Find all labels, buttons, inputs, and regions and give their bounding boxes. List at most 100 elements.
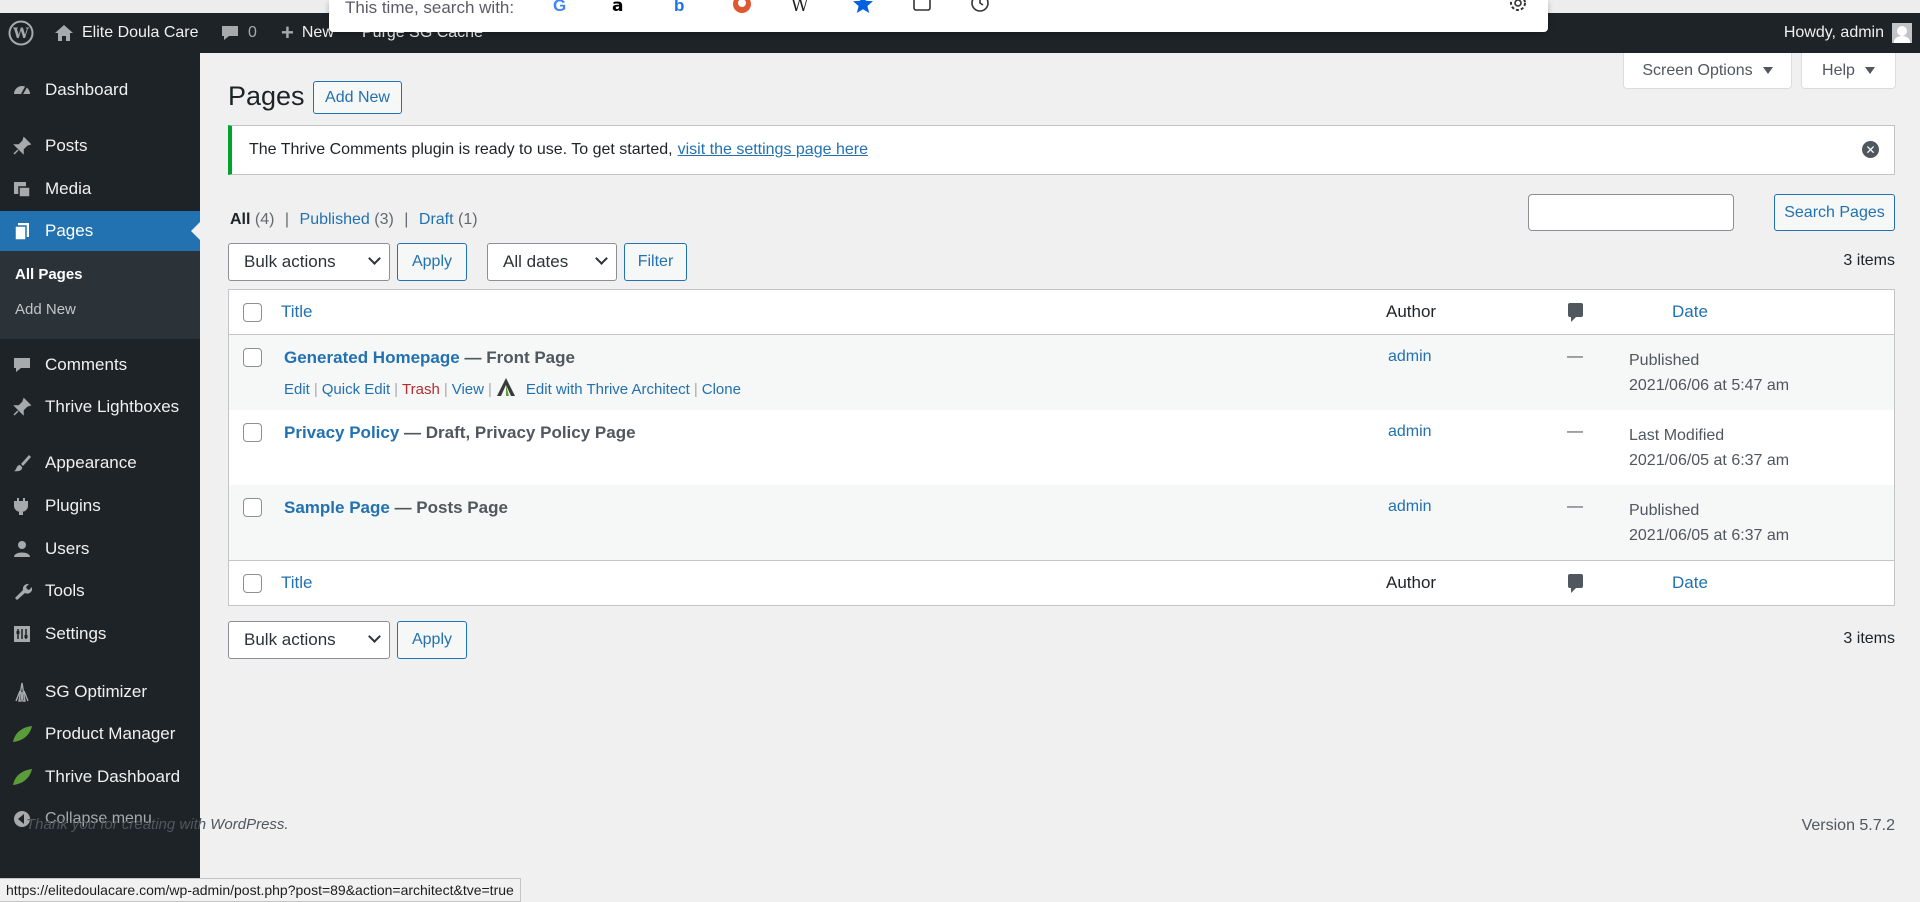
filter-published[interactable]: Published (3) [300,211,394,228]
notice-settings-link[interactable]: visit the settings page here [678,141,868,159]
row-author[interactable]: admin [1388,498,1432,516]
new-content-link[interactable]: + New [281,13,334,53]
bookmarks-star-icon[interactable] [852,0,874,20]
settings-icon [11,623,33,645]
row-author[interactable]: admin [1388,348,1432,366]
wordpress-logo-icon[interactable]: W [8,13,34,53]
view-link[interactable]: View [452,381,484,398]
clone-link[interactable]: Clone [702,381,741,398]
menu-thrive-dashboard[interactable]: Thrive Dashboard [0,757,200,797]
site-name: Elite Doula Care [82,24,199,41]
add-new-button[interactable]: Add New [313,81,402,114]
menu-posts[interactable]: Posts [0,126,200,166]
menu-tools[interactable]: Tools [0,571,200,611]
menu-pages[interactable]: Pages [0,211,200,251]
google-icon[interactable]: G [553,0,566,16]
chevron-down-icon [368,252,381,265]
plus-icon: + [281,20,294,45]
pages-icon [11,220,33,242]
apply-button[interactable]: Apply [397,243,467,281]
my-account-link[interactable]: Howdy, admin [1784,13,1912,53]
filter-draft[interactable]: Draft (1) [419,211,478,228]
menu-users[interactable]: Users [0,529,200,569]
bulk-actions-value: Bulk actions [244,630,336,649]
menu-media[interactable]: Media [0,169,200,209]
row-title-link[interactable]: Generated Homepage [284,348,460,367]
search-settings-gear-icon[interactable] [1507,0,1529,19]
user-icon [11,538,33,560]
bing-icon[interactable]: b [674,0,684,16]
svg-text:W: W [12,26,29,42]
tabs-icon[interactable] [912,0,932,18]
column-date[interactable]: Date [1672,573,1708,593]
menu-thrive-lightboxes[interactable]: Thrive Lightboxes [0,387,200,427]
edit-with-thrive-architect-link[interactable]: Edit with Thrive Architect [526,381,690,398]
submenu-add-new[interactable]: Add New [15,301,76,318]
leaf-icon [11,723,33,745]
dismiss-icon[interactable]: ✕ [1862,141,1879,158]
caret-down-icon [1864,67,1875,74]
chevron-down-icon [368,630,381,643]
trash-link[interactable]: Trash [402,381,440,398]
quick-edit-link[interactable]: Quick Edit [322,381,390,398]
history-icon[interactable] [970,0,990,18]
column-date[interactable]: Date [1672,302,1708,322]
menu-comments[interactable]: Comments [0,345,200,385]
comments-column-icon[interactable] [1568,574,1583,593]
select-all-checkbox[interactable] [243,303,262,322]
bulk-actions-select-bottom[interactable]: Bulk actions [228,621,390,659]
pin-icon [11,135,33,157]
avatar [1892,23,1912,43]
separator: | [404,211,409,228]
row-checkbox[interactable] [243,423,262,442]
row-checkbox[interactable] [243,498,262,517]
apply-button-bottom[interactable]: Apply [397,621,467,659]
menu-product-manager[interactable]: Product Manager [0,714,200,754]
select-all-checkbox[interactable] [243,574,262,593]
filter-all[interactable]: All (4) [230,211,274,228]
comments-link[interactable]: 0 [220,13,257,53]
row-author[interactable]: admin [1388,423,1432,441]
pages-submenu: All Pages Add New [0,251,200,339]
menu-settings[interactable]: Settings [0,614,200,654]
leaf-icon [11,766,33,788]
column-title[interactable]: Title [281,573,313,593]
search-with-label: This time, search with: [345,0,515,17]
filter-button[interactable]: Filter [624,243,687,281]
menu-dashboard[interactable]: Dashboard [0,70,200,110]
site-name-link[interactable]: Elite Doula Care [54,13,199,53]
help-button[interactable]: Help [1801,53,1896,89]
duckduckgo-icon[interactable] [732,0,752,19]
bulk-actions-select[interactable]: Bulk actions [228,243,390,281]
menu-label: Appearance [45,453,137,472]
menu-plugins[interactable]: Plugins [0,486,200,526]
search-pages-input[interactable] [1528,194,1734,231]
page-title: Pages [228,81,305,111]
table-header: Title Author Date [229,290,1894,335]
dates-select[interactable]: All dates [487,243,617,281]
amazon-icon[interactable]: a [612,0,623,16]
footer-version: Version 5.7.2 [1801,817,1895,834]
menu-label: Thrive Lightboxes [45,397,180,416]
menu-appearance[interactable]: Appearance [0,443,200,483]
submenu-all-pages[interactable]: All Pages [15,266,83,283]
menu-sg-optimizer[interactable]: SG Optimizer [0,672,200,712]
notice-text: The Thrive Comments plugin is ready to u… [249,141,673,158]
row-comments: — [1567,348,1583,365]
column-author: Author [1386,573,1437,592]
screen-options-button[interactable]: Screen Options [1623,53,1792,89]
search-pages-button[interactable]: Search Pages [1774,194,1895,231]
comments-icon [11,354,33,376]
column-title[interactable]: Title [281,302,313,322]
caret-down-icon [1762,67,1773,74]
comments-column-icon[interactable] [1568,303,1583,322]
menu-label: Users [45,539,90,558]
wikipedia-icon[interactable]: W [791,0,808,16]
menu-label: Posts [45,136,88,155]
row-title-link[interactable]: Sample Page [284,498,390,517]
edit-link[interactable]: Edit [284,381,310,398]
chevron-down-icon [595,252,608,265]
home-icon [54,24,74,42]
row-title-link[interactable]: Privacy Policy [284,423,399,442]
row-checkbox[interactable] [243,348,262,367]
